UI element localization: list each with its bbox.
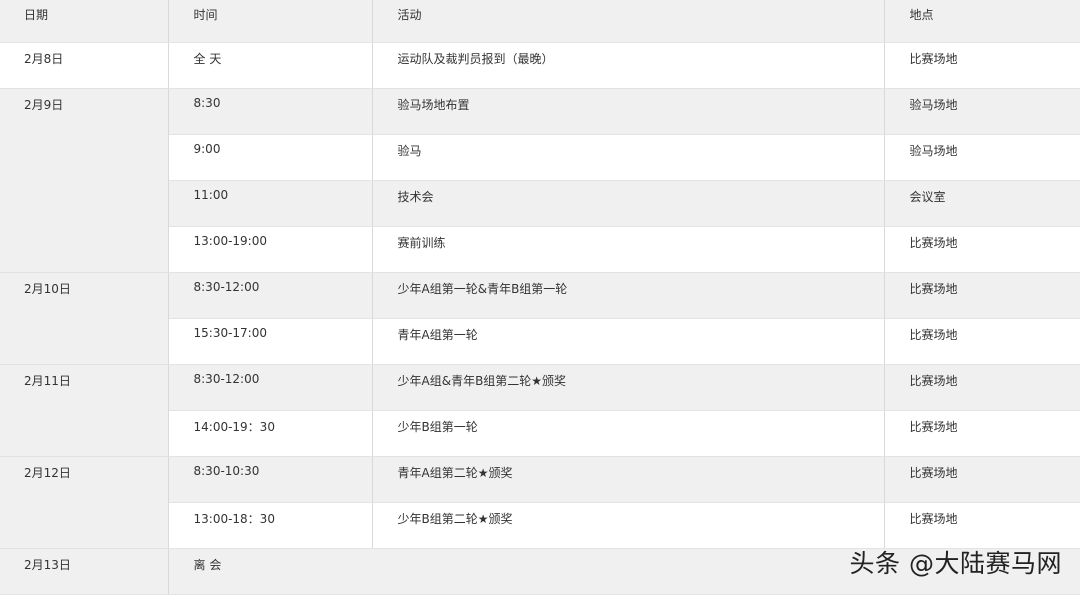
time-cell: 14:00-19：30: [168, 410, 373, 457]
watermark: 头条 @大陆赛马网: [849, 549, 1062, 578]
time-cell: 全 天: [168, 42, 373, 89]
activity-cell: 验马场地布置: [372, 88, 885, 135]
activity-cell: 赛前训练: [372, 226, 885, 273]
table-row: 2月8日 全 天 运动队及裁判员报到（最晚） 比赛场地: [0, 42, 1080, 89]
place-cell: 比赛场地: [884, 410, 1080, 457]
table-row: 2月10日 8:30-12:00 少年A组第一轮&青年B组第一轮 比赛场地: [0, 272, 1080, 365]
activity-cell: 少年A组&青年B组第二轮★颁奖: [372, 364, 885, 411]
time-cell: 9:00: [168, 134, 373, 181]
place-cell: 比赛场地: [884, 456, 1080, 503]
place-cell: 比赛场地: [884, 502, 1080, 549]
date-cell: 2月12日: [0, 456, 169, 549]
table-header-row: 日期 时间 活动 地点: [0, 0, 1080, 43]
header-activity: 活动: [372, 0, 885, 43]
activity-cell: 验马: [372, 134, 885, 181]
time-cell: 15:30-17:00: [168, 318, 373, 365]
table-row: 2月12日 8:30-10:30 青年A组第二轮★颁奖 比赛场地: [0, 456, 1080, 549]
date-cell: 2月9日: [0, 88, 169, 273]
place-cell: 会议室: [884, 180, 1080, 227]
date-cell: 2月8日: [0, 42, 169, 89]
place-cell: 验马场地: [884, 88, 1080, 135]
date-cell: 2月11日: [0, 364, 169, 457]
place-cell: 比赛场地: [884, 226, 1080, 273]
time-cell: 8:30-12:00: [168, 364, 373, 411]
date-cell: 2月10日: [0, 272, 169, 365]
time-cell: 8:30-10:30: [168, 456, 373, 503]
time-cell: 13:00-18：30: [168, 502, 373, 549]
time-cell: 8:30-12:00: [168, 272, 373, 319]
time-cell: 13:00-19:00: [168, 226, 373, 273]
activity-cell: 少年A组第一轮&青年B组第一轮: [372, 272, 885, 319]
activity-cell: 技术会: [372, 180, 885, 227]
activity-cell: 少年B组第二轮★颁奖: [372, 502, 885, 549]
table-row: 2月9日 8:30 验马场地布置 验马场地: [0, 88, 1080, 273]
place-cell: 比赛场地: [884, 42, 1080, 89]
header-place: 地点: [884, 0, 1080, 43]
header-time: 时间: [168, 0, 373, 43]
activity-cell: 青年A组第一轮: [372, 318, 885, 365]
header-date: 日期: [0, 0, 169, 43]
activity-cell: 青年A组第二轮★颁奖: [372, 456, 885, 503]
activity-cell: 少年B组第一轮: [372, 410, 885, 457]
time-cell: 11:00: [168, 180, 373, 227]
table-row: 2月11日 8:30-12:00 少年A组&青年B组第二轮★颁奖 比赛场地: [0, 364, 1080, 457]
place-cell: 比赛场地: [884, 364, 1080, 411]
place-cell: 比赛场地: [884, 272, 1080, 319]
time-cell: 8:30: [168, 88, 373, 135]
activity-cell: 运动队及裁判员报到（最晚）: [372, 42, 885, 89]
place-cell: 比赛场地: [884, 318, 1080, 365]
schedule-table: 日期 时间 活动 地点 2月8日 全 天 运动队及裁判员报到（最晚） 比赛场地 …: [0, 0, 1080, 595]
date-cell: 2月13日: [0, 548, 169, 595]
place-cell: 验马场地: [884, 134, 1080, 181]
